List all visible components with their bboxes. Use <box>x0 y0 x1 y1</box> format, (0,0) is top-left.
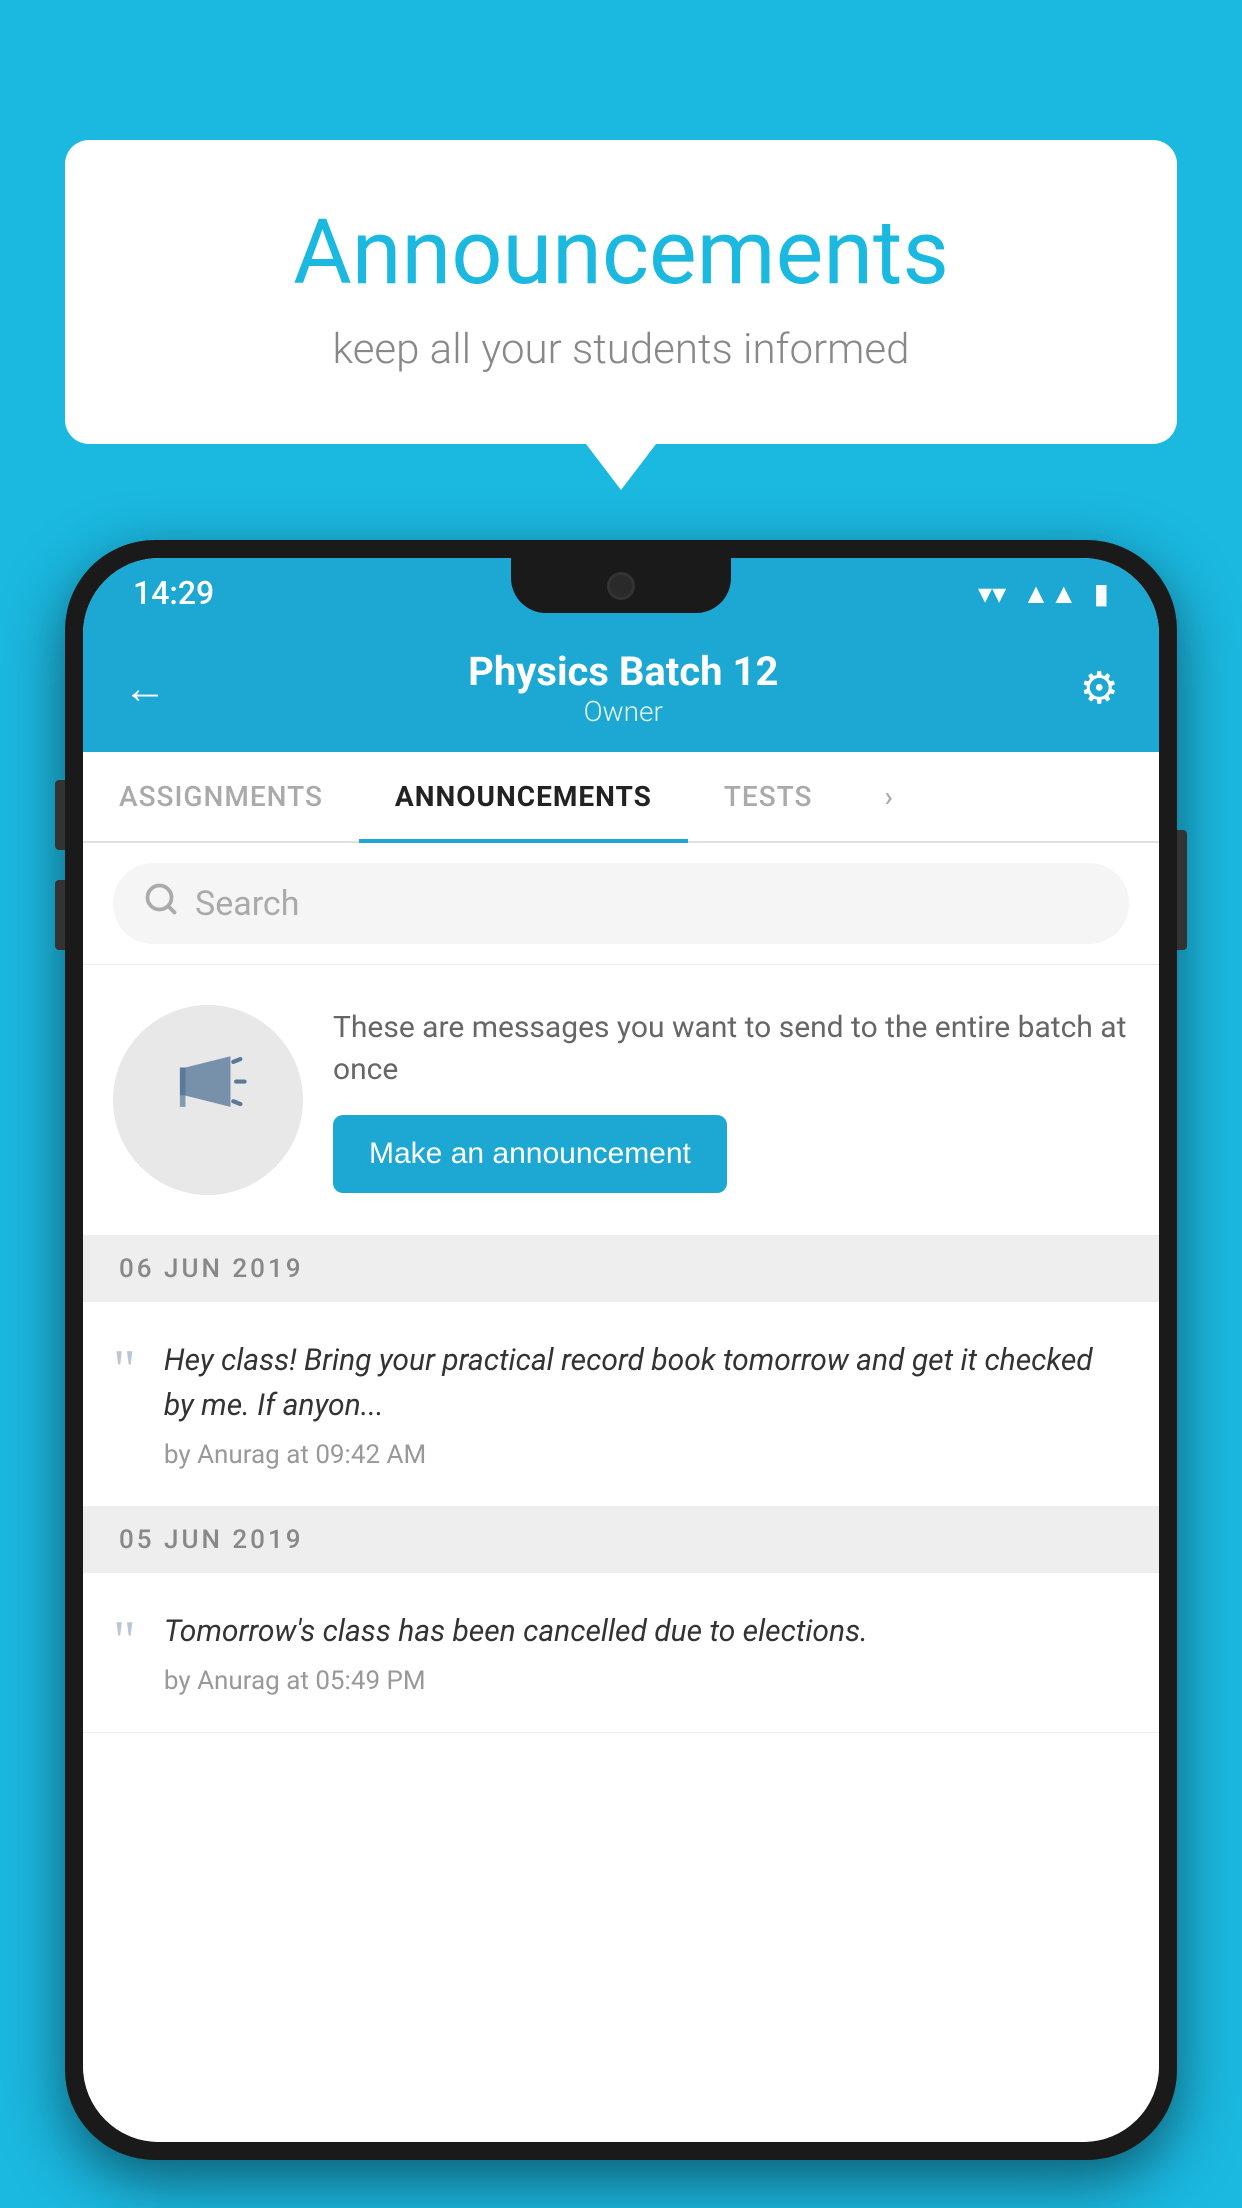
wifi-icon: ▾▾ <box>978 577 1006 610</box>
announcement-icon-circle <box>113 1005 303 1195</box>
megaphone-icon <box>163 1045 253 1155</box>
quote-icon-1: " <box>113 1342 136 1398</box>
quote-icon-2: " <box>113 1613 136 1669</box>
date-divider-2: 05 JUN 2019 <box>83 1507 1159 1573</box>
phone-frame: 14:29 ▾▾ ▲▲ ▮ ← Physics Batch 12 Owner ⚙ <box>65 540 1177 2160</box>
volume-up-button[interactable] <box>55 780 65 850</box>
phone-wrapper: 14:29 ▾▾ ▲▲ ▮ ← Physics Batch 12 Owner ⚙ <box>65 540 1177 2208</box>
back-button[interactable]: ← <box>123 662 167 714</box>
search-icon <box>143 881 179 926</box>
tab-announcements[interactable]: ANNOUNCEMENTS <box>359 752 688 841</box>
announcement-prompt: These are messages you want to send to t… <box>83 965 1159 1236</box>
speech-bubble-section: Announcements keep all your students inf… <box>65 140 1177 444</box>
make-announcement-button[interactable]: Make an announcement <box>333 1115 727 1193</box>
power-button[interactable] <box>1177 830 1187 950</box>
tab-more[interactable]: › <box>848 752 929 841</box>
tab-assignments[interactable]: ASSIGNMENTS <box>83 752 359 841</box>
message-content-2: Tomorrow's class has been cancelled due … <box>164 1609 1123 1696</box>
bubble-title: Announcements <box>145 200 1097 305</box>
settings-icon[interactable]: ⚙ <box>1080 662 1119 714</box>
status-icons: ▾▾ ▲▲ ▮ <box>978 577 1109 610</box>
message-author-2: by Anurag at 05:49 PM <box>164 1666 1123 1696</box>
batch-title: Physics Batch 12 <box>468 648 778 695</box>
app-header: ← Physics Batch 12 Owner ⚙ <box>83 628 1159 752</box>
main-content: Search <box>83 843 1159 2142</box>
message-item-1: " Hey class! Bring your practical record… <box>83 1302 1159 1507</box>
announcement-description: These are messages you want to send to t… <box>333 1007 1129 1091</box>
front-camera <box>607 572 635 600</box>
signal-icon: ▲▲ <box>1022 577 1077 610</box>
battery-icon: ▮ <box>1094 577 1109 610</box>
tab-tests[interactable]: TESTS <box>688 752 849 841</box>
message-text-1: Hey class! Bring your practical record b… <box>164 1338 1123 1428</box>
message-item-2: " Tomorrow's class has been cancelled du… <box>83 1573 1159 1733</box>
message-text-2: Tomorrow's class has been cancelled due … <box>164 1609 1123 1654</box>
search-input[interactable]: Search <box>195 884 299 924</box>
header-title-area: Physics Batch 12 Owner <box>468 648 778 728</box>
volume-down-button[interactable] <box>55 880 65 950</box>
message-content-1: Hey class! Bring your practical record b… <box>164 1338 1123 1470</box>
search-bar: Search <box>83 843 1159 965</box>
search-input-wrapper[interactable]: Search <box>113 863 1129 944</box>
owner-subtitle: Owner <box>468 695 778 728</box>
speech-bubble-card: Announcements keep all your students inf… <box>65 140 1177 444</box>
announcement-right: These are messages you want to send to t… <box>333 1007 1129 1193</box>
bubble-subtitle: keep all your students informed <box>145 325 1097 374</box>
date-divider-1: 06 JUN 2019 <box>83 1236 1159 1302</box>
message-author-1: by Anurag at 09:42 AM <box>164 1440 1123 1470</box>
phone-screen: 14:29 ▾▾ ▲▲ ▮ ← Physics Batch 12 Owner ⚙ <box>83 558 1159 2142</box>
phone-notch <box>511 558 731 613</box>
tabs-bar: ASSIGNMENTS ANNOUNCEMENTS TESTS › <box>83 752 1159 843</box>
